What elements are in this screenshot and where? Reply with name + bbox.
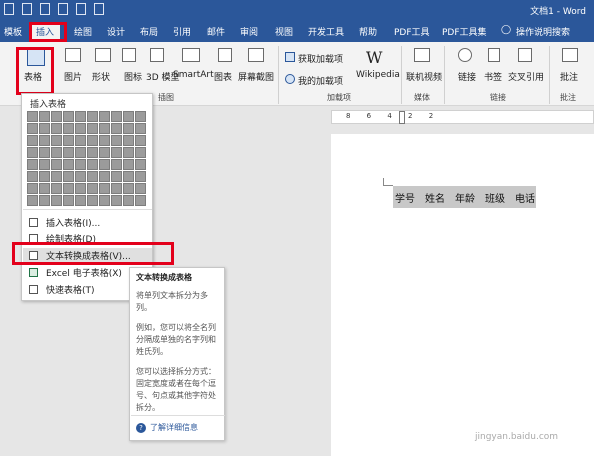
cell-name[interactable]: 姓名 [425, 190, 445, 205]
tab-pdf-tools[interactable]: PDF工具 [394, 25, 430, 38]
learn-more-link[interactable]: ? 了解详细信息 [136, 422, 198, 434]
picture-icon[interactable] [65, 48, 81, 62]
menu-item-insert-table[interactable]: 插入表格(I)... [23, 215, 152, 230]
cell-student-id[interactable]: 学号 [395, 190, 415, 205]
screenshot-button-label[interactable]: 屏幕截图 [238, 70, 274, 83]
tab-draw[interactable]: 绘图 [74, 25, 92, 38]
shape-icon[interactable] [95, 48, 111, 62]
convert-tooltip: 文本转换成表格 将单列文本拆分为多列。 例如，您可以将全名列分隔成单独的名字列和… [129, 267, 225, 441]
title-bar: 文档1 - Word [0, 0, 594, 20]
group-illustrations: 插图 [158, 93, 174, 102]
lightbulb-icon: ◯ [501, 25, 512, 35]
my-addins-button[interactable]: 我的加载项 [298, 74, 343, 87]
cell-class[interactable]: 班级 [485, 190, 505, 205]
insert-table-icon [29, 218, 38, 227]
tooltip-paragraph: 将单列文本拆分为多列。 [136, 291, 208, 312]
indent-marker[interactable] [399, 111, 405, 124]
tooltip-paragraph: 例如，您可以将全名列分隔成单独的名字列和姓氏列。 [136, 323, 216, 356]
watermark-url: jingyan.baidu.com [475, 432, 559, 442]
group-divider [401, 46, 402, 104]
cell-phone[interactable]: 电话 [515, 190, 535, 205]
quick-tables-icon [29, 285, 38, 294]
window-title: 文档1 - Word [530, 7, 586, 17]
wikipedia-icon[interactable]: W [366, 48, 382, 67]
cross-reference-icon[interactable] [518, 48, 532, 62]
watermark-logo: Baidu经验 [452, 402, 577, 430]
page-corner-mark [383, 178, 393, 186]
tab-layout[interactable]: 布局 [140, 25, 158, 38]
tab-help[interactable]: 帮助 [359, 25, 377, 38]
ruler-numbers: 8 6 4 2 2 [346, 112, 441, 120]
comment-icon[interactable] [562, 48, 578, 62]
search-icon[interactable] [4, 3, 14, 15]
group-divider [278, 46, 279, 104]
convert-item-highlight [12, 242, 174, 265]
save-icon[interactable] [40, 3, 50, 15]
tab-template[interactable]: 模板 [4, 25, 22, 38]
wikipedia-button-label[interactable]: Wikipedia [356, 70, 400, 80]
undo-icon[interactable] [58, 3, 68, 15]
bookmark-icon[interactable] [488, 48, 500, 62]
online-video-button-label[interactable]: 联机视频 [406, 70, 442, 83]
chart-icon[interactable] [218, 48, 232, 62]
link-icon[interactable] [458, 48, 472, 62]
screenshot-icon[interactable] [248, 48, 264, 62]
bookmark-button-label[interactable]: 书签 [484, 70, 502, 83]
tab-references[interactable]: 引用 [173, 25, 191, 38]
online-video-icon[interactable] [414, 48, 430, 62]
horizontal-ruler[interactable]: 8 6 4 2 2 [331, 110, 594, 124]
tooltip-divider [131, 415, 225, 416]
group-comments: 批注 [560, 93, 576, 102]
insert-tab-highlight [29, 22, 67, 42]
chart-button-label[interactable]: 图表 [214, 70, 232, 83]
quick-access-toolbar [4, 3, 104, 15]
group-divider [444, 46, 445, 104]
tab-design[interactable]: 设计 [107, 25, 125, 38]
link-button-label[interactable]: 链接 [458, 70, 476, 83]
tab-mailings[interactable]: 邮件 [207, 25, 225, 38]
group-media: 媒体 [414, 93, 430, 102]
table-button-highlight [16, 47, 54, 95]
tell-me-search[interactable]: 操作说明搜索 [516, 25, 570, 38]
group-divider [549, 46, 550, 104]
3d-model-icon[interactable] [150, 48, 164, 62]
customize-icon[interactable] [94, 3, 104, 15]
icons-button-label[interactable]: 图标 [124, 70, 142, 83]
get-addins-button[interactable]: 获取加载项 [298, 52, 343, 65]
store-icon[interactable] [285, 52, 295, 62]
table-size-grid[interactable] [27, 111, 146, 206]
smartart-icon[interactable] [182, 48, 200, 62]
my-addins-icon[interactable] [285, 74, 295, 84]
menu-header: 插入表格 [30, 100, 67, 110]
smartart-button-label[interactable]: SmartArt [173, 70, 214, 80]
group-addins: 加载项 [327, 93, 351, 102]
tab-developer[interactable]: 开发工具 [308, 25, 344, 38]
ribbon-tabs: 模板 插入 绘图 设计 布局 引用 邮件 审阅 视图 开发工具 帮助 PDF工具… [0, 20, 594, 42]
tab-review[interactable]: 审阅 [240, 25, 258, 38]
document-table-row[interactable]: 学号 姓名 年龄 班级 电话 [393, 186, 536, 208]
excel-icon [29, 268, 38, 277]
cell-age[interactable]: 年龄 [455, 190, 475, 205]
cross-reference-button-label[interactable]: 交叉引用 [508, 70, 544, 83]
group-links: 链接 [490, 93, 506, 102]
tab-pdf-toolset[interactable]: PDF工具集 [442, 25, 487, 38]
comment-button-label[interactable]: 批注 [560, 70, 578, 83]
tab-view[interactable]: 视图 [275, 25, 293, 38]
icons-icon[interactable] [122, 48, 136, 62]
picture-button-label[interactable]: 图片 [64, 70, 82, 83]
new-document-icon[interactable] [22, 3, 32, 15]
menu-divider [23, 209, 152, 210]
tooltip-title: 文本转换成表格 [136, 273, 192, 282]
help-icon: ? [136, 423, 146, 433]
shape-button-label[interactable]: 形状 [92, 70, 110, 83]
tooltip-paragraph: 您可以选择拆分方式：固定宽度或者在每个逗号、句点或其他字符处拆分。 [136, 367, 216, 412]
print-icon[interactable] [76, 3, 86, 15]
